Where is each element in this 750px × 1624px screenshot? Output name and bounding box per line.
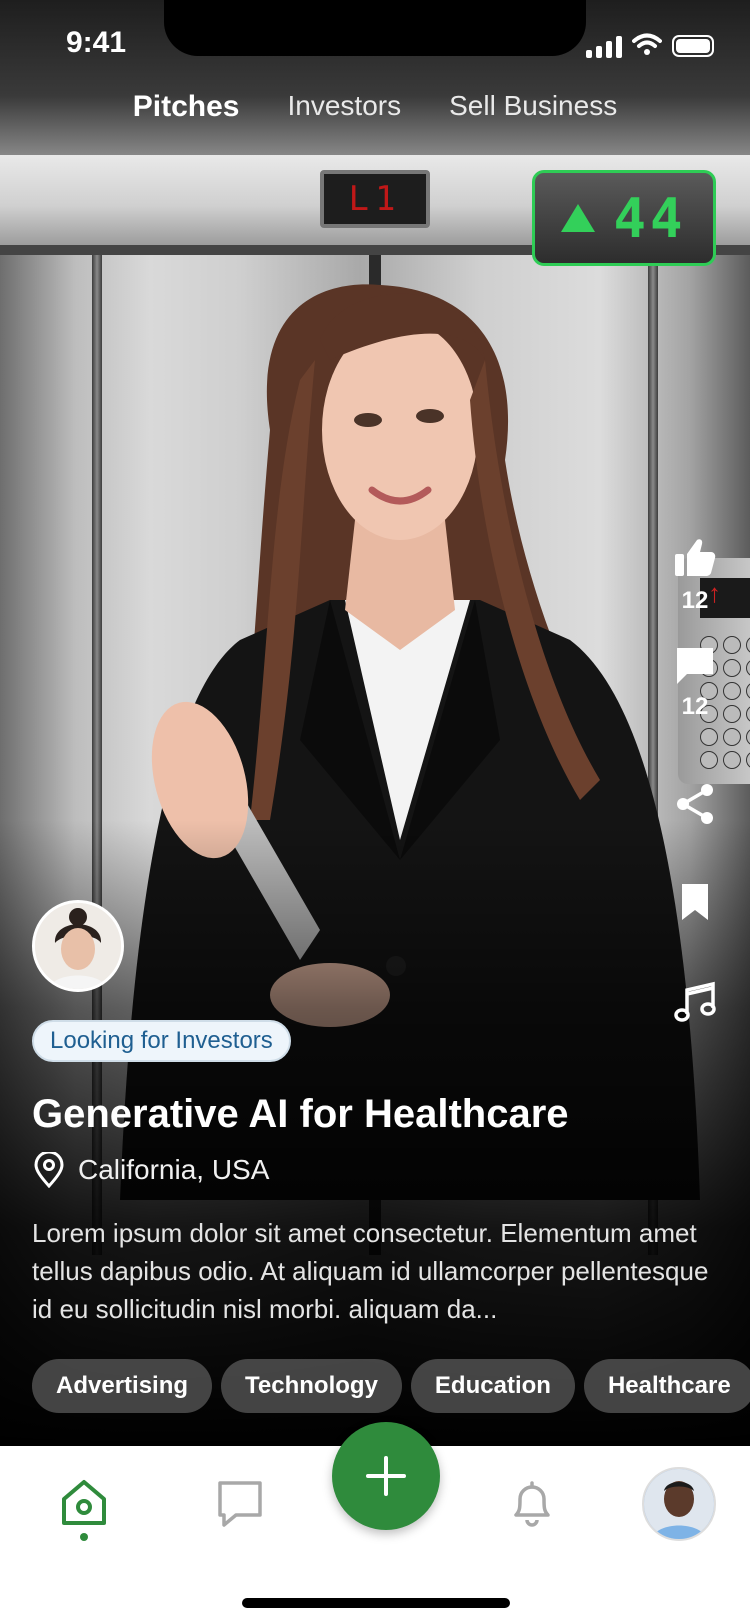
comment-count: 12 bbox=[681, 693, 709, 720]
bell-icon[interactable] bbox=[506, 1477, 558, 1529]
share-button[interactable] bbox=[668, 782, 722, 831]
add-icon bbox=[366, 1456, 406, 1496]
pitcher-portrait bbox=[35, 903, 121, 989]
battery-icon bbox=[672, 35, 714, 57]
home-icon[interactable] bbox=[58, 1477, 110, 1529]
profile-avatar[interactable] bbox=[642, 1467, 716, 1541]
pitch-title[interactable]: Generative AI for Healthcare bbox=[32, 1092, 569, 1137]
location-text: California, USA bbox=[78, 1154, 270, 1185]
tag-list: Advertising Technology Education Healthc… bbox=[32, 1359, 750, 1413]
comment-icon bbox=[677, 648, 713, 684]
tag-technology[interactable]: Technology bbox=[221, 1359, 402, 1413]
tag-education[interactable]: Education bbox=[410, 1359, 575, 1413]
share-icon bbox=[677, 784, 713, 824]
pitcher-avatar[interactable] bbox=[32, 900, 124, 992]
tab-sell-business[interactable]: Sell Business bbox=[449, 90, 617, 124]
tag-healthcare[interactable]: Healthcare bbox=[583, 1359, 750, 1413]
status-time: 9:41 bbox=[66, 26, 127, 59]
bookmark-button[interactable] bbox=[668, 880, 722, 929]
thumbs-up-icon bbox=[675, 539, 716, 576]
wifi-icon bbox=[632, 33, 662, 55]
like-button[interactable]: 12 bbox=[668, 536, 722, 615]
music-note-icon bbox=[674, 981, 716, 1022]
cellular-signal-icon bbox=[586, 36, 622, 58]
home-indicator bbox=[242, 1598, 510, 1608]
active-indicator bbox=[80, 1533, 88, 1541]
bookmark-icon bbox=[682, 884, 708, 920]
add-button[interactable] bbox=[332, 1422, 440, 1530]
chat-icon[interactable] bbox=[214, 1477, 266, 1529]
floor-counter: 44 bbox=[532, 170, 716, 266]
up-arrow-icon bbox=[561, 204, 596, 232]
floor-display: L1 bbox=[320, 170, 430, 228]
pitch-location: California, USA bbox=[32, 1152, 269, 1188]
tab-investors[interactable]: Investors bbox=[288, 90, 402, 124]
tag-advertising[interactable]: Advertising bbox=[32, 1359, 213, 1413]
like-count: 12 bbox=[681, 587, 709, 614]
device-notch bbox=[164, 0, 586, 56]
status-badge: Looking for Investors bbox=[32, 1020, 291, 1062]
sound-button[interactable] bbox=[668, 980, 722, 1029]
pitch-description[interactable]: Lorem ipsum dolor sit amet consectetur. … bbox=[32, 1214, 722, 1328]
comment-button[interactable]: 12 bbox=[668, 642, 722, 721]
tab-pitches[interactable]: Pitches bbox=[133, 90, 240, 124]
floor-counter-number: 44 bbox=[613, 186, 687, 250]
status-bar: 9:41 bbox=[0, 0, 750, 92]
profile-portrait bbox=[644, 1469, 714, 1539]
feed-tabs: Pitches Investors Sell Business bbox=[0, 90, 750, 124]
location-pin-icon bbox=[34, 1152, 64, 1188]
